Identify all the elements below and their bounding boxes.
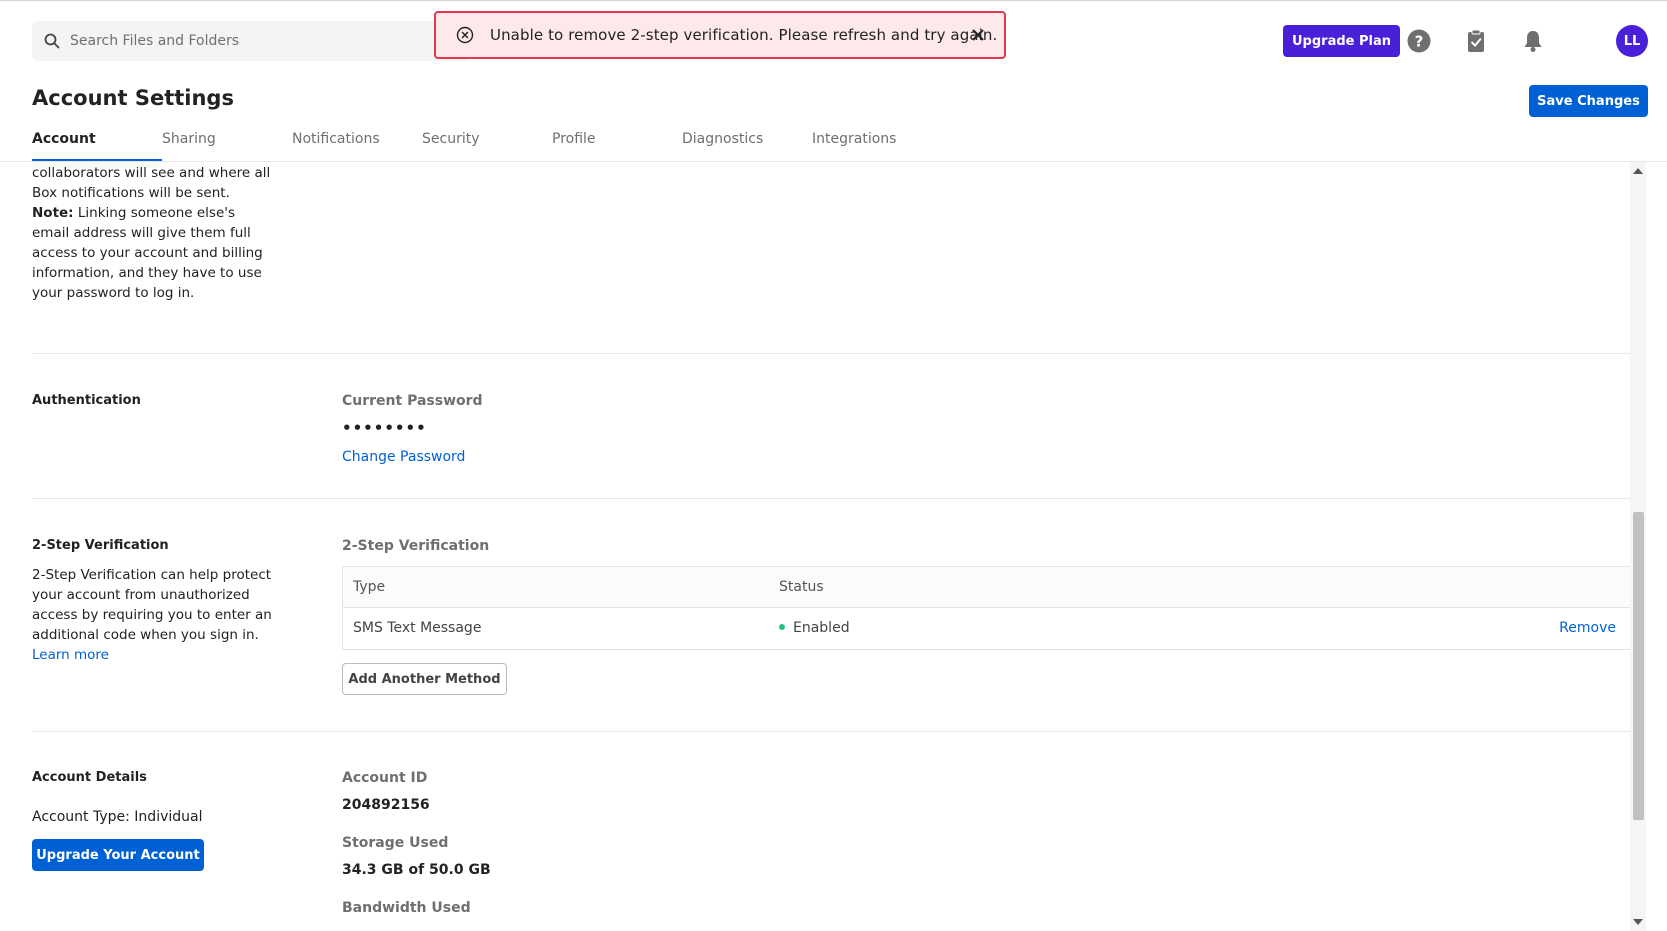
search-input[interactable] [70,33,430,49]
close-icon[interactable] [968,25,988,45]
storage-used-value: 34.3 GB of 50.0 GB [342,862,491,878]
error-circle-icon [456,26,474,44]
add-another-method-button[interactable]: Add Another Method [342,663,507,695]
upgrade-account-button[interactable]: Upgrade Your Account [32,839,204,871]
account-id-label: Account ID [342,770,428,786]
svg-text:?: ? [1415,33,1424,51]
tab-integrations[interactable]: Integrations [812,131,896,147]
table-header: Type Status [343,567,1631,608]
two-step-description-text: 2-Step Verification can help protect you… [32,567,272,643]
table-row: SMS Text Message Enabled Remove [343,608,1631,650]
search-icon [44,33,60,49]
bell-icon[interactable] [1519,27,1547,55]
learn-more-link[interactable]: Learn more [32,647,109,663]
help-icon[interactable]: ? [1405,27,1433,55]
two-step-description: 2-Step Verification can help protect you… [32,565,272,665]
column-type: Type [353,579,386,595]
tabs-divider [0,161,1667,162]
tab-security[interactable]: Security [422,131,480,147]
save-changes-button[interactable]: Save Changes [1529,85,1648,117]
section-divider [32,731,1630,732]
current-password-label: Current Password [342,393,483,409]
tab-diagnostics[interactable]: Diagnostics [682,131,763,147]
two-step-title: 2-Step Verification [32,538,169,553]
email-note-text: collaborators will see and where all Box… [32,163,272,303]
tab-account[interactable]: Account [32,131,96,147]
column-status: Status [779,579,824,595]
scroll-down-icon[interactable] [1633,919,1643,925]
tasks-icon[interactable] [1462,27,1490,55]
top-border [0,0,1667,1]
tab-notifications[interactable]: Notifications [292,131,380,147]
page-title: Account Settings [32,86,234,110]
account-type: Account Type: Individual [32,809,203,825]
method-type: SMS Text Message [353,620,482,636]
two-step-table: Type Status SMS Text Message Enabled Rem… [342,566,1632,650]
section-divider [32,353,1630,354]
storage-used-label: Storage Used [342,835,449,851]
tab-profile[interactable]: Profile [552,131,596,147]
tab-sharing[interactable]: Sharing [162,131,216,147]
avatar[interactable]: LL [1616,25,1648,57]
authentication-title: Authentication [32,393,141,408]
note-label: Note: [32,205,74,221]
toast-message: Unable to remove 2-step verification. Pl… [490,26,998,44]
account-id-value: 204892156 [342,797,430,813]
change-password-link[interactable]: Change Password [342,449,465,465]
status-text: Enabled [793,620,850,636]
method-status: Enabled [779,620,850,636]
password-mask: •••••••• [342,419,427,437]
section-divider [32,498,1630,499]
two-step-field-label: 2-Step Verification [342,538,490,554]
status-dot-icon [779,624,785,630]
bandwidth-used-label: Bandwidth Used [342,900,471,916]
remove-method-link[interactable]: Remove [1559,620,1616,636]
upgrade-plan-button[interactable]: Upgrade Plan [1283,25,1400,57]
error-toast: Unable to remove 2-step verification. Pl… [434,11,1006,59]
account-details-title: Account Details [32,770,147,785]
search-bar[interactable] [32,21,472,61]
scrollbar[interactable] [1630,162,1646,931]
email-note-before: collaborators will see and where all Box… [32,165,271,201]
scroll-up-icon[interactable] [1633,168,1643,174]
scrollbar-thumb[interactable] [1633,512,1644,820]
